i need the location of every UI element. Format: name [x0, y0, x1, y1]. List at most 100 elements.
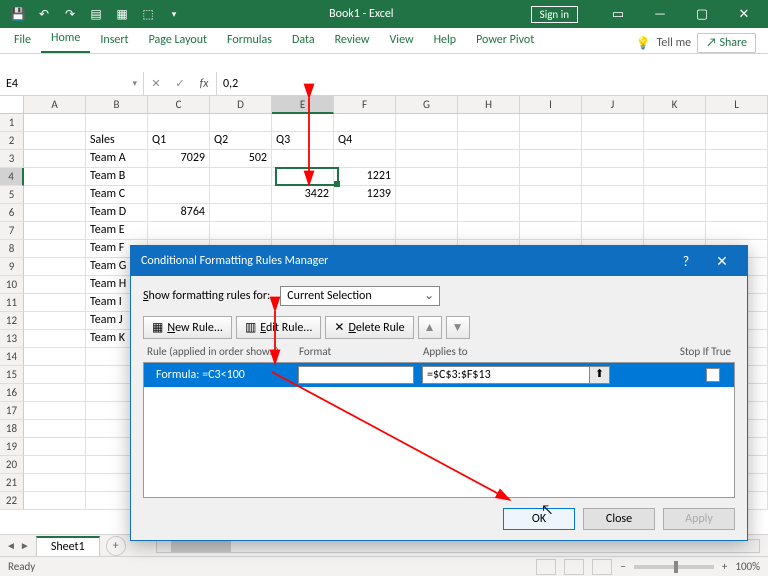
cell[interactable] [396, 114, 458, 132]
cell[interactable]: Q3 [272, 132, 334, 150]
fx-icon[interactable]: fx [192, 77, 216, 91]
cell[interactable] [24, 294, 86, 312]
cell[interactable] [148, 114, 210, 132]
row-header-1[interactable]: 1 [0, 114, 24, 132]
cell[interactable] [582, 204, 644, 222]
cell[interactable]: Team A [86, 150, 148, 168]
cell[interactable] [148, 168, 210, 186]
cell[interactable] [210, 168, 272, 186]
enter-formula-icon[interactable]: ✓ [168, 77, 192, 90]
zoom-level[interactable]: 100% [735, 560, 760, 573]
cell[interactable] [520, 186, 582, 204]
page-break-view-icon[interactable] [592, 559, 612, 575]
cell[interactable] [272, 114, 334, 132]
sheet-nav-next-icon[interactable]: ► [20, 539, 30, 552]
cell[interactable] [520, 222, 582, 240]
cell[interactable] [396, 150, 458, 168]
name-box[interactable]: E4 [0, 72, 144, 95]
col-header-H[interactable]: H [458, 96, 520, 114]
row-header-4[interactable]: 4 [0, 168, 24, 186]
cell[interactable] [706, 222, 768, 240]
cell[interactable] [24, 312, 86, 330]
close-dialog-button[interactable]: Close [583, 508, 655, 530]
move-rule-down-button[interactable]: ▼ [446, 316, 470, 339]
cell[interactable] [458, 114, 520, 132]
cell[interactable]: Q4 [334, 132, 396, 150]
zoom-out-icon[interactable]: − [620, 560, 625, 573]
cell[interactable] [24, 150, 86, 168]
cell[interactable] [644, 204, 706, 222]
cell[interactable]: 3422 [272, 186, 334, 204]
cell[interactable] [396, 204, 458, 222]
row-header-5[interactable]: 5 [0, 186, 24, 204]
cell[interactable] [644, 150, 706, 168]
cell[interactable] [148, 222, 210, 240]
col-header-A[interactable]: A [24, 96, 86, 114]
cell[interactable] [24, 186, 86, 204]
tab-formulas[interactable]: Formulas [217, 29, 282, 53]
cell[interactable] [706, 204, 768, 222]
tab-data[interactable]: Data [282, 29, 325, 53]
cell[interactable]: Team E [86, 222, 148, 240]
sheet-tab-sheet1[interactable]: Sheet1 [36, 536, 100, 556]
maximize-button[interactable]: ▢ [682, 0, 722, 28]
cell[interactable] [582, 186, 644, 204]
stop-if-true-checkbox[interactable] [706, 368, 720, 382]
row-header-9[interactable]: 9 [0, 258, 24, 276]
row-header-11[interactable]: 11 [0, 294, 24, 312]
page-layout-view-icon[interactable] [564, 559, 584, 575]
col-header-F[interactable]: F [334, 96, 396, 114]
qat-tool-icon[interactable]: ▤ [84, 3, 108, 25]
cell[interactable] [24, 474, 86, 492]
cell[interactable] [210, 204, 272, 222]
row-header-10[interactable]: 10 [0, 276, 24, 294]
share-button[interactable]: ↗ Share [697, 33, 756, 53]
rules-list[interactable]: Formula: =C3<100 ⬆ [143, 362, 735, 498]
row-header-15[interactable]: 15 [0, 366, 24, 384]
col-header-G[interactable]: G [396, 96, 458, 114]
cell[interactable] [24, 420, 86, 438]
cell[interactable] [582, 114, 644, 132]
col-header-K[interactable]: K [644, 96, 706, 114]
cell[interactable] [644, 222, 706, 240]
zoom-in-icon[interactable]: + [722, 560, 727, 573]
row-header-20[interactable]: 20 [0, 456, 24, 474]
undo-icon[interactable]: ↶ [32, 3, 56, 25]
cell[interactable] [582, 168, 644, 186]
cell[interactable] [24, 204, 86, 222]
cell[interactable] [334, 204, 396, 222]
cell[interactable] [520, 150, 582, 168]
save-icon[interactable]: 💾 [6, 3, 30, 25]
applies-to-input[interactable] [422, 366, 590, 384]
row-header-8[interactable]: 8 [0, 240, 24, 258]
cell[interactable] [706, 132, 768, 150]
row-headers[interactable]: 12345678910111213141516171819202122 [0, 114, 24, 510]
tab-power-pivot[interactable]: Power Pivot [466, 29, 544, 53]
cell[interactable] [396, 222, 458, 240]
cell[interactable] [334, 222, 396, 240]
cell[interactable] [334, 150, 396, 168]
column-headers[interactable]: ABCDEFGHIJKL [24, 96, 768, 114]
cell[interactable] [458, 204, 520, 222]
cell[interactable] [458, 150, 520, 168]
row-header-16[interactable]: 16 [0, 384, 24, 402]
cell[interactable] [334, 114, 396, 132]
cell[interactable] [210, 222, 272, 240]
edit-rule-button[interactable]: ▥ Edit Rule... [236, 316, 321, 339]
cell[interactable] [24, 258, 86, 276]
cell[interactable] [396, 168, 458, 186]
ribbon-display-icon[interactable]: ▭ [598, 0, 638, 28]
col-header-E[interactable]: E [272, 96, 334, 114]
cell[interactable] [520, 204, 582, 222]
new-sheet-button[interactable]: + [106, 536, 126, 556]
cell[interactable] [210, 186, 272, 204]
cell[interactable] [24, 132, 86, 150]
cell[interactable] [520, 168, 582, 186]
cell[interactable] [458, 168, 520, 186]
select-all-triangle[interactable] [0, 96, 24, 114]
cell[interactable] [24, 222, 86, 240]
cell[interactable]: 1221 [334, 168, 396, 186]
row-header-21[interactable]: 21 [0, 474, 24, 492]
row-header-18[interactable]: 18 [0, 420, 24, 438]
cell[interactable] [24, 402, 86, 420]
